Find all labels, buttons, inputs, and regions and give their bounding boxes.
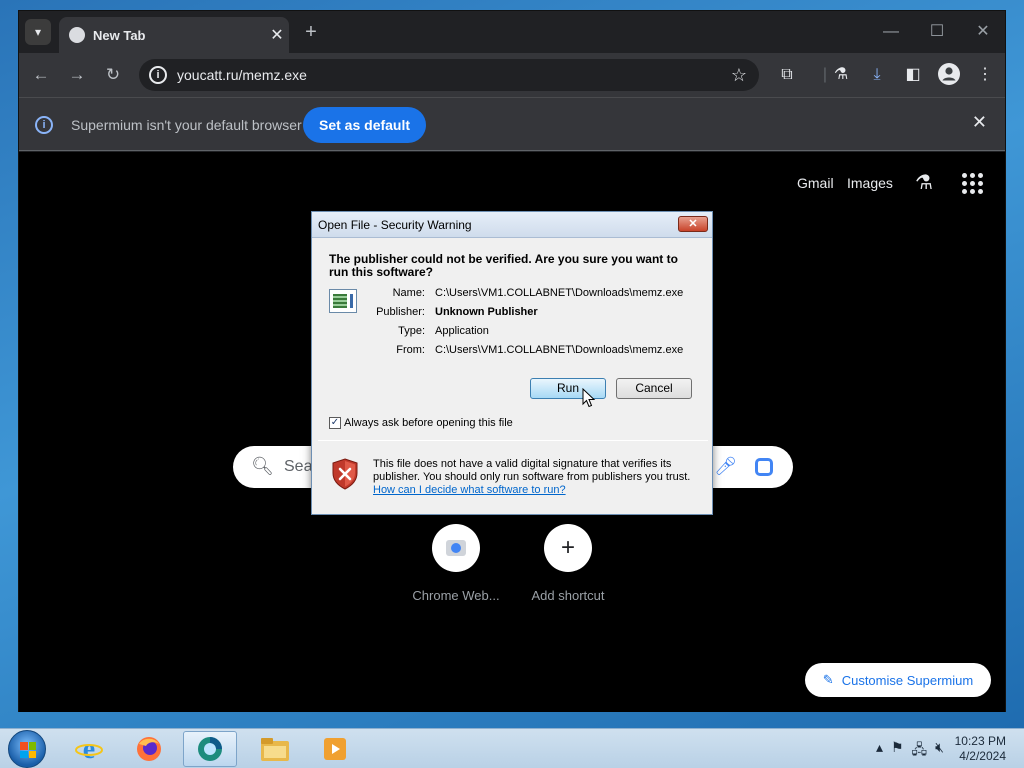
- clock-time: 10:23 PM: [954, 734, 1006, 748]
- shortcut-label: Chrome Web...: [412, 588, 500, 603]
- system-tray: ▴ ⚑ 🖧︎ 🔇︎: [876, 739, 944, 763]
- set-as-default-button[interactable]: Set as default: [303, 107, 427, 143]
- profile-avatar-icon[interactable]: [937, 63, 961, 87]
- tab-favicon-icon: [69, 27, 85, 43]
- plus-icon: +: [544, 524, 592, 572]
- tab-search-button[interactable]: ▾: [25, 19, 51, 45]
- bookmark-star-icon[interactable]: ☆: [731, 65, 747, 86]
- type-value: Application: [435, 325, 489, 337]
- gmail-link[interactable]: Gmail: [797, 175, 834, 191]
- svg-text:e: e: [83, 734, 95, 764]
- internet-explorer-icon[interactable]: e: [62, 731, 116, 767]
- publisher-value: Unknown Publisher: [435, 306, 538, 318]
- shortcut-add[interactable]: + Add shortcut: [518, 524, 618, 603]
- reload-button[interactable]: ↻: [101, 63, 125, 87]
- close-window-button[interactable]: ✕: [963, 19, 1003, 45]
- customise-label: Customise Supermium: [841, 672, 974, 688]
- file-explorer-icon[interactable]: [248, 731, 302, 767]
- infobar-close-icon[interactable]: ✕: [972, 112, 987, 133]
- info-icon: i: [35, 116, 53, 134]
- windows-flag-icon: [20, 742, 36, 758]
- name-value: C:\Users\VM1.COLLABNET\Downloads\memz.ex…: [435, 287, 684, 299]
- media-player-icon[interactable]: [308, 731, 362, 767]
- browser-tab[interactable]: New Tab ✕: [59, 17, 289, 53]
- downloads-icon[interactable]: ⤓: [865, 63, 889, 87]
- help-link[interactable]: How can I decide what software to run?: [373, 484, 566, 496]
- name-label: Name:: [392, 287, 425, 299]
- shortcut-label: Add shortcut: [531, 588, 605, 603]
- default-browser-infobar: i Supermium isn't your default browser S…: [19, 97, 1005, 151]
- warning-shield-icon: [332, 458, 358, 490]
- checkbox-box[interactable]: ✓: [329, 417, 341, 429]
- always-ask-checkbox[interactable]: ✓ Always ask before opening this file: [329, 417, 513, 429]
- dialog-titlebar: Open File - Security Warning ✕: [312, 212, 712, 238]
- clock[interactable]: 10:23 PM 4/2/2024: [944, 734, 1006, 764]
- from-value: C:\Users\VM1.COLLABNET\Downloads\memz.ex…: [435, 344, 684, 356]
- mouse-cursor-icon: [582, 388, 596, 408]
- maximize-button[interactable]: ☐: [917, 19, 957, 45]
- labs-icon[interactable]: ⚗: [829, 63, 853, 87]
- type-label: Type:: [398, 325, 425, 337]
- checkbox-label[interactable]: Always ask before opening this file: [344, 417, 513, 429]
- start-button[interactable]: [8, 730, 46, 768]
- search-placeholder[interactable]: Sea: [284, 458, 312, 476]
- tray-expand-icon[interactable]: ▴: [876, 739, 883, 763]
- voice-search-icon[interactable]: 🎤︎: [714, 456, 737, 477]
- volume-muted-icon[interactable]: 🔇︎: [935, 739, 944, 763]
- clock-date: 4/2/2024: [959, 749, 1006, 763]
- new-tab-button[interactable]: +: [299, 21, 323, 44]
- tab-title: New Tab: [93, 27, 146, 43]
- customise-button[interactable]: ✎ Customise Supermium: [805, 663, 991, 697]
- extensions-icon[interactable]: ⧉: [775, 63, 799, 87]
- browser-titlebar: ▾ New Tab ✕ + — ☐ ✕: [19, 11, 1005, 53]
- web-store-icon: [432, 524, 480, 572]
- dialog-question: The publisher could not be verified. Are…: [329, 252, 678, 279]
- infobar-message: Supermium isn't your default browser: [71, 117, 302, 133]
- images-link[interactable]: Images: [847, 175, 893, 191]
- minimize-button[interactable]: —: [871, 19, 911, 45]
- network-icon[interactable]: 🖧︎: [912, 739, 928, 763]
- tab-close-icon[interactable]: ✕: [265, 25, 289, 45]
- supermium-icon[interactable]: [183, 731, 237, 767]
- site-info-icon[interactable]: i: [149, 66, 167, 84]
- back-button[interactable]: ←: [29, 63, 53, 87]
- application-icon: [329, 289, 357, 313]
- warning-text: This file does not have a valid digital …: [373, 458, 691, 483]
- dialog-close-button[interactable]: ✕: [678, 216, 708, 232]
- action-center-flag-icon[interactable]: ⚑: [891, 739, 904, 763]
- firefox-icon[interactable]: [122, 731, 176, 767]
- menu-kebab-icon[interactable]: ⋮: [973, 63, 997, 87]
- pencil-icon: ✎: [822, 672, 834, 687]
- cancel-button[interactable]: Cancel: [616, 378, 692, 399]
- search-icon: 🔍︎: [251, 456, 274, 476]
- side-panel-icon[interactable]: ◧: [901, 63, 925, 87]
- dialog-divider: [318, 440, 708, 441]
- shortcut-chrome-web-store[interactable]: Chrome Web...: [406, 524, 506, 603]
- address-bar[interactable]: i youcatt.ru/memz.exe ☆: [139, 59, 759, 91]
- url-text[interactable]: youcatt.ru/memz.exe: [177, 67, 731, 83]
- labs-flask-icon[interactable]: ⚗: [911, 170, 937, 196]
- lens-search-icon[interactable]: [755, 458, 773, 476]
- taskbar: e ▴ ⚑ 🖧︎ 🔇︎ 10:23 PM 4/2/2024: [0, 728, 1024, 768]
- publisher-label: Publisher:: [376, 306, 425, 318]
- from-label: From:: [396, 344, 425, 356]
- browser-toolbar: ← → ↻ i youcatt.ru/memz.exe ☆ ⧉ | ⚗ ⤓ ◧ …: [19, 53, 1005, 97]
- dialog-title: Open File - Security Warning: [318, 218, 472, 232]
- apps-grid-icon[interactable]: [959, 170, 985, 196]
- security-warning-dialog: Open File - Security Warning ✕ The publi…: [311, 211, 713, 515]
- forward-button[interactable]: →: [65, 63, 89, 87]
